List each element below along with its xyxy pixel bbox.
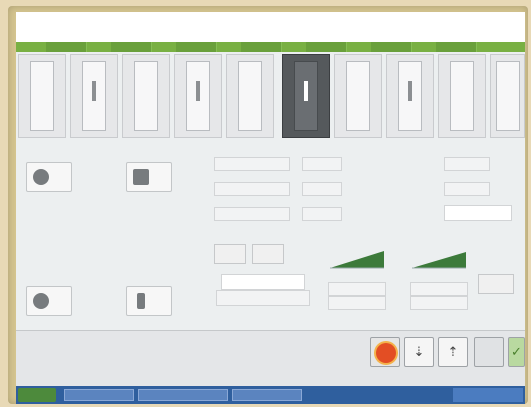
tool-button-bottom-mid[interactable] [126,286,172,316]
axis-tiles [16,54,525,144]
axis-tile-5[interactable] [226,54,274,138]
axis-tile-8[interactable] [386,54,434,138]
tile-slot [346,61,370,131]
ramp-button-2[interactable] [252,244,284,264]
confirm-button[interactable]: ✓ [508,337,525,367]
right-field-2[interactable] [444,182,490,196]
tile-slot [450,61,474,131]
setting-field-2[interactable] [214,182,290,196]
status-bar: ⇣ ⇡ ✓ [16,330,525,387]
tab-strip [16,42,525,52]
axis-tile-4[interactable] [174,54,222,138]
taskbar [16,386,525,404]
right-field-1[interactable] [444,157,490,171]
acceleration-ramp-graph [330,251,384,269]
axis-tile-active[interactable] [282,54,330,138]
axis-tile-9[interactable] [438,54,486,138]
vacuum-icon [33,293,49,309]
setting-field-1[interactable] [214,157,290,171]
system-tray [453,388,523,402]
emergency-stop-button[interactable] [370,337,400,367]
setting-value-1[interactable] [302,157,342,171]
tab-5[interactable] [306,42,347,52]
camera-icon [133,169,149,185]
deceleration-ramp-graph [412,252,466,269]
taskbar-item-1[interactable] [64,389,134,401]
cylinder-icon [137,293,145,309]
tab-7[interactable] [436,42,477,52]
checkmark-icon: ✓ [511,344,522,360]
input-field-left-2[interactable] [216,290,310,306]
taskbar-item-3[interactable] [232,389,302,401]
side-button[interactable] [478,274,514,294]
start-button[interactable] [18,388,56,402]
setting-value-3[interactable] [302,207,342,221]
ramp-value-left[interactable] [328,282,386,296]
axis-tile-7[interactable] [334,54,382,138]
jog-button[interactable]: ⇡ [438,337,468,367]
emergency-stop-icon [376,343,396,363]
right-field-active[interactable] [444,205,512,221]
tab-4[interactable] [241,42,282,52]
input-field-left[interactable] [221,274,305,290]
ramp-value-left-2[interactable] [328,296,386,310]
tool-button-bottom-left[interactable] [26,286,72,316]
tool-button-top-mid[interactable] [126,162,172,192]
ramp-value-right-2[interactable] [410,296,468,310]
blank-button[interactable] [474,337,504,367]
position-marker [92,81,96,101]
tile-slot [495,61,520,131]
step-button[interactable]: ⇣ [404,337,434,367]
axis-tile-1[interactable] [18,54,66,138]
ramp-button-1[interactable] [214,244,246,264]
tab-1[interactable] [46,42,87,52]
tile-slot [30,61,54,131]
gripper-icon [33,169,49,185]
ramp-value-right[interactable] [410,282,468,296]
position-marker [408,81,412,101]
title-bar [16,12,525,45]
tile-slot [134,61,158,131]
taskbar-item-2[interactable] [138,389,228,401]
axis-tile-2[interactable] [70,54,118,138]
axis-tile-3[interactable] [122,54,170,138]
hmi-screen: ⇣ ⇡ ✓ [16,12,525,404]
tab-2[interactable] [111,42,152,52]
setting-value-2[interactable] [302,182,342,196]
tab-6[interactable] [371,42,412,52]
jog-icon: ⇡ [447,344,459,360]
tile-slot [238,61,262,131]
step-icon: ⇣ [413,344,425,360]
tool-button-top-left[interactable] [26,162,72,192]
position-marker [304,81,308,101]
position-marker [196,81,200,101]
setting-field-3[interactable] [214,207,290,221]
axis-tile-10[interactable] [490,54,525,138]
tab-3[interactable] [176,42,217,52]
